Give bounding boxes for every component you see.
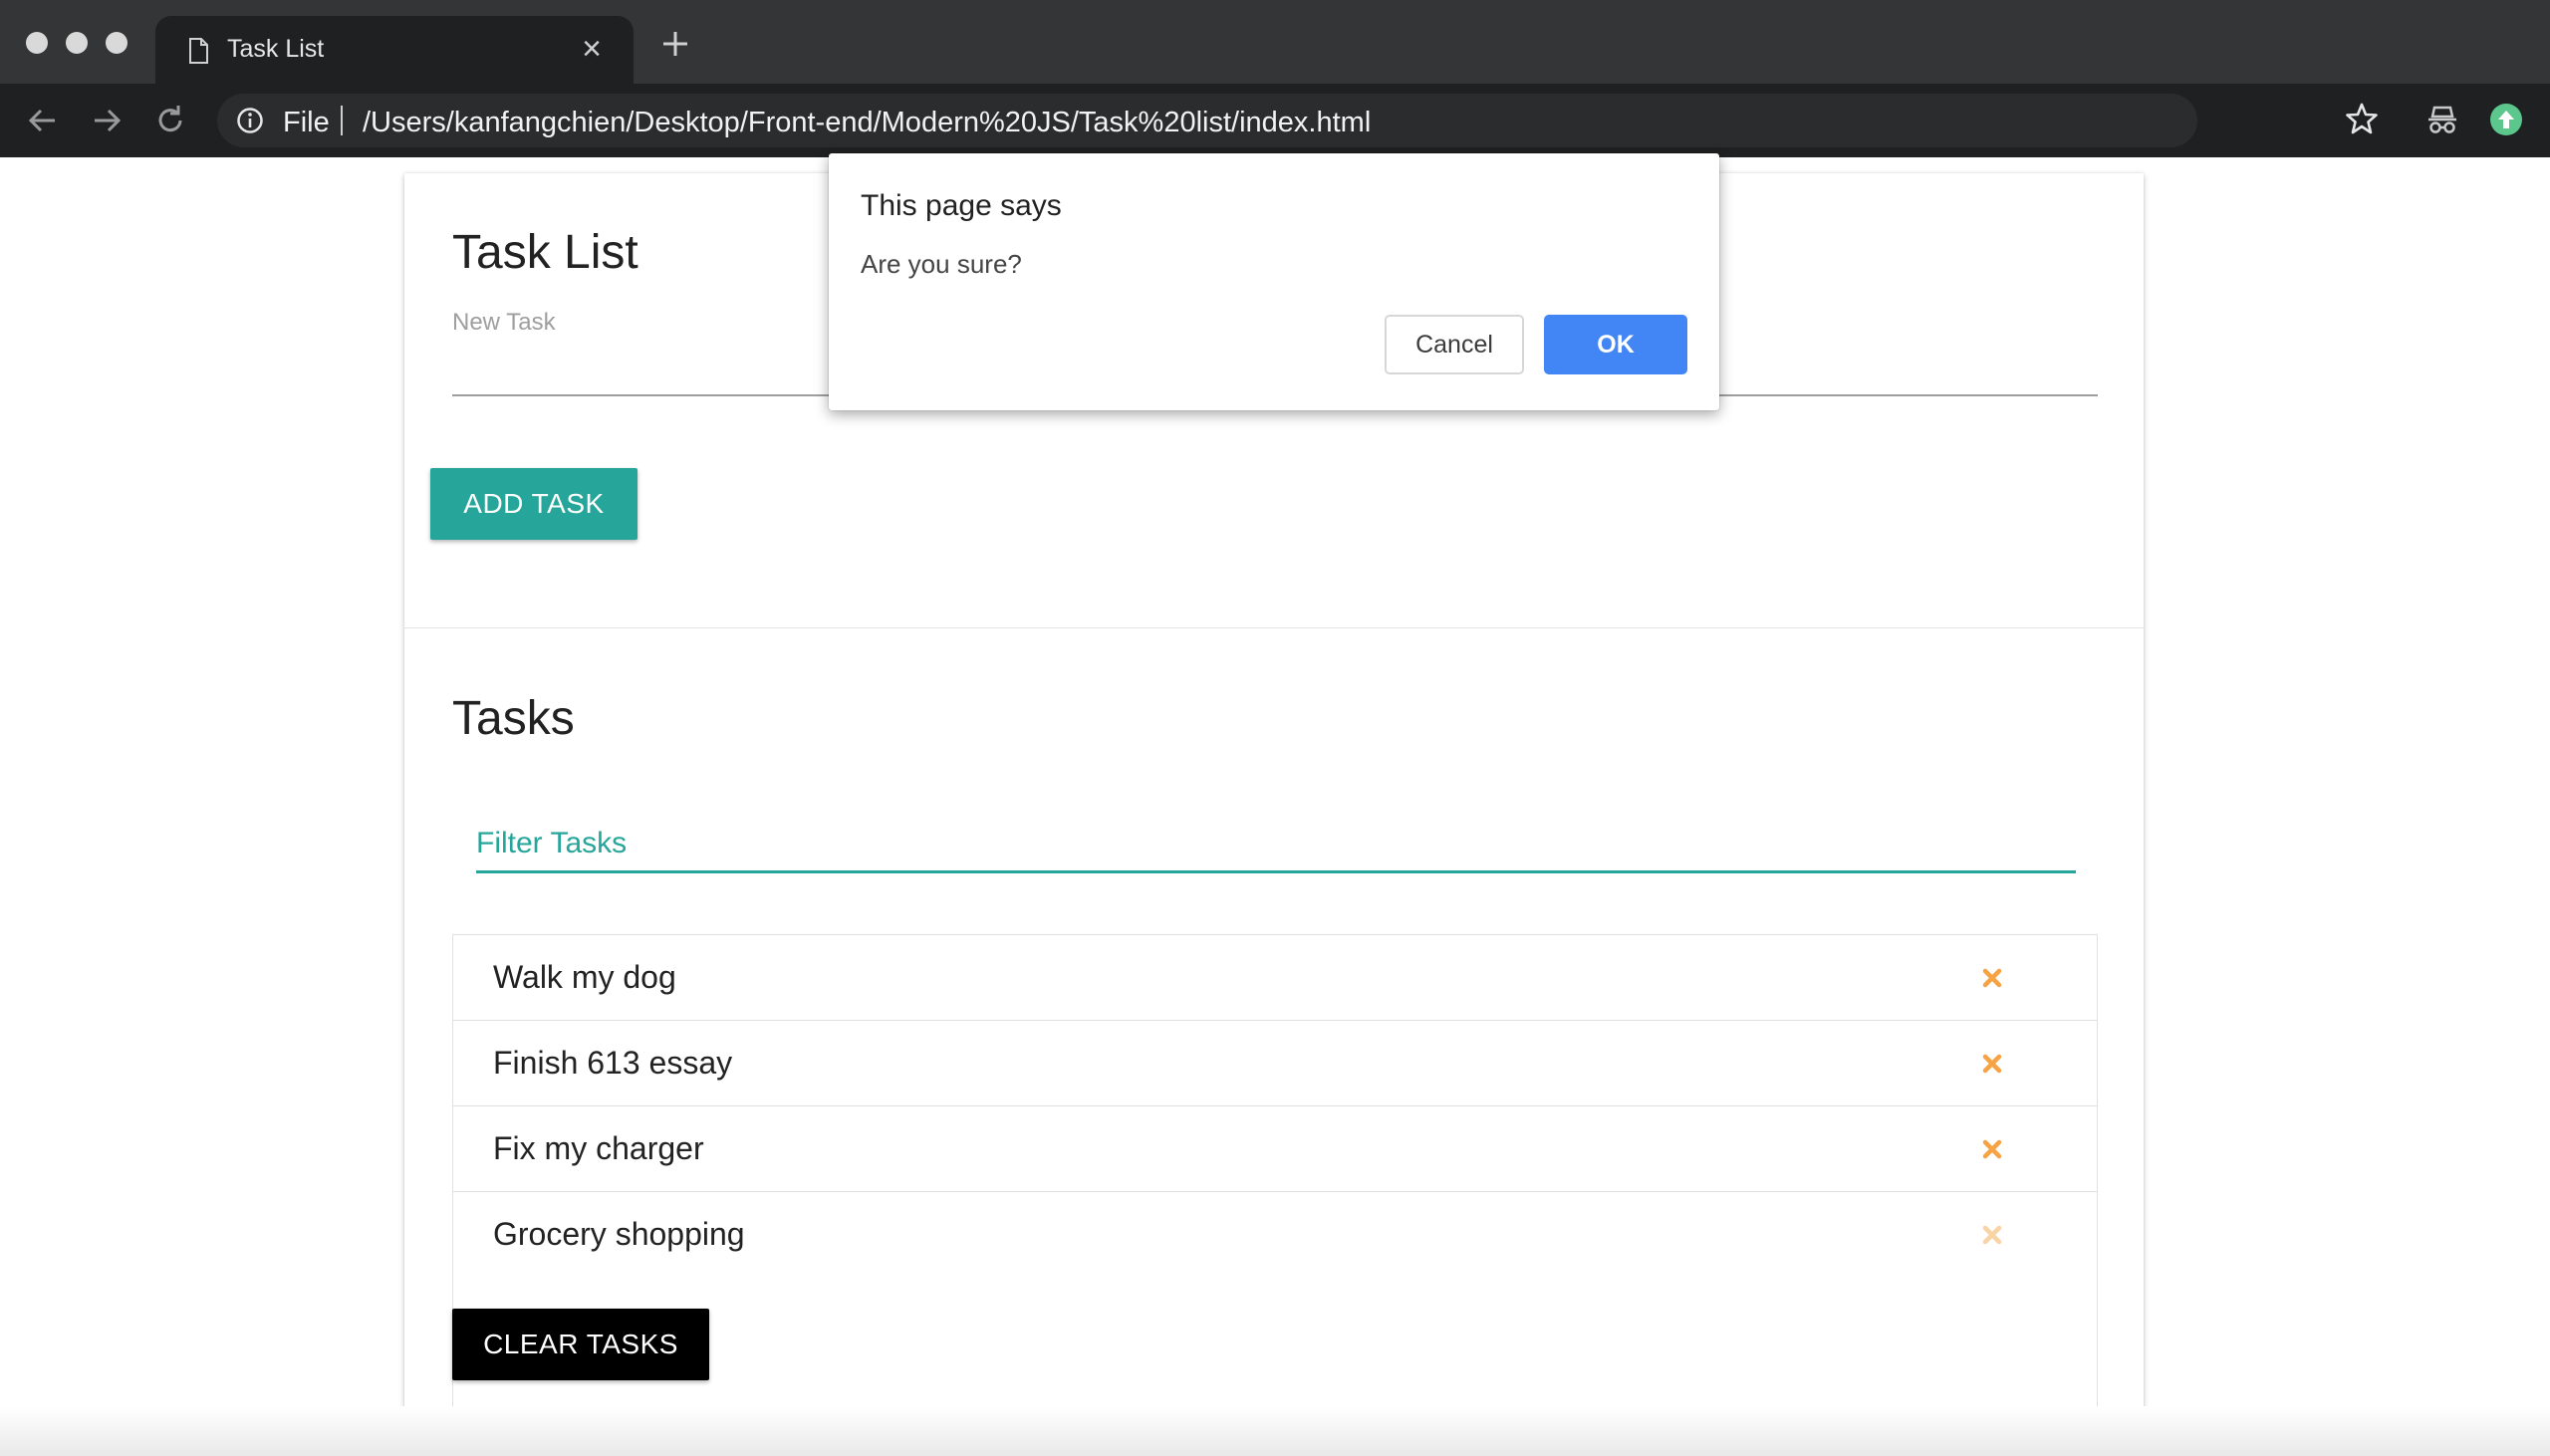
task-list-item: Walk my dog: [453, 935, 2097, 1021]
url-scheme-label: File: [283, 107, 330, 138]
url-text[interactable]: /Users/kanfangchien/Desktop/Front-end/Mo…: [363, 107, 1371, 139]
document-icon: [189, 38, 208, 64]
section-divider: [404, 627, 2144, 628]
delete-task-icon[interactable]: [1981, 1053, 2003, 1075]
new-tab-icon[interactable]: [657, 26, 693, 62]
page-title: Task List: [452, 226, 638, 279]
new-task-label: New Task: [452, 309, 556, 336]
window-minimize-button[interactable]: [66, 32, 88, 54]
browser-tab-bar: Task List ×: [0, 0, 2550, 84]
dialog-message: Are you sure?: [861, 249, 1022, 279]
dialog-title: This page says: [861, 189, 1062, 222]
reload-icon[interactable]: [151, 102, 189, 139]
browser-toolbar: File /Users/kanfangchien/Desktop/Front-e…: [0, 84, 2550, 157]
task-list-item: Grocery shopping: [453, 1192, 2097, 1277]
info-icon[interactable]: [235, 106, 265, 135]
bookmark-star-icon[interactable]: [2343, 100, 2381, 137]
task-text: Fix my charger: [493, 1130, 704, 1166]
window-close-button[interactable]: [26, 32, 48, 54]
tasks-heading: Tasks: [452, 692, 575, 745]
window-bottom-edge: [0, 1406, 2550, 1456]
update-extension-icon[interactable]: [2488, 102, 2524, 137]
browser-tab[interactable]: Task List ×: [155, 16, 634, 84]
task-text: Grocery shopping: [493, 1216, 745, 1252]
incognito-icon[interactable]: [2422, 100, 2462, 139]
task-list-item: Fix my charger: [453, 1106, 2097, 1192]
cancel-button[interactable]: Cancel: [1385, 315, 1524, 374]
filter-tasks-input[interactable]: [476, 817, 2076, 873]
add-task-button[interactable]: ADD TASK: [430, 468, 638, 540]
confirm-dialog: This page says Are you sure? Cancel OK: [829, 153, 1719, 410]
tab-title: Task List: [227, 35, 325, 63]
back-icon[interactable]: [24, 102, 62, 139]
task-text: Finish 613 essay: [493, 1045, 733, 1081]
delete-task-icon[interactable]: [1981, 1224, 2003, 1246]
address-separator: [341, 106, 343, 135]
filter-tasks-label: Filter Tasks: [476, 827, 628, 859]
task-list-item: Finish 613 essay: [453, 1021, 2097, 1106]
ok-button[interactable]: OK: [1544, 315, 1687, 374]
forward-icon[interactable]: [88, 102, 126, 139]
window-zoom-button[interactable]: [106, 32, 128, 54]
delete-task-icon[interactable]: [1981, 967, 2003, 989]
delete-task-icon[interactable]: [1981, 1138, 2003, 1160]
task-text: Walk my dog: [493, 959, 676, 995]
tab-close-icon[interactable]: ×: [582, 32, 602, 66]
address-bar[interactable]: File /Users/kanfangchien/Desktop/Front-e…: [217, 94, 2197, 147]
clear-tasks-button[interactable]: CLEAR TASKS: [452, 1309, 709, 1380]
